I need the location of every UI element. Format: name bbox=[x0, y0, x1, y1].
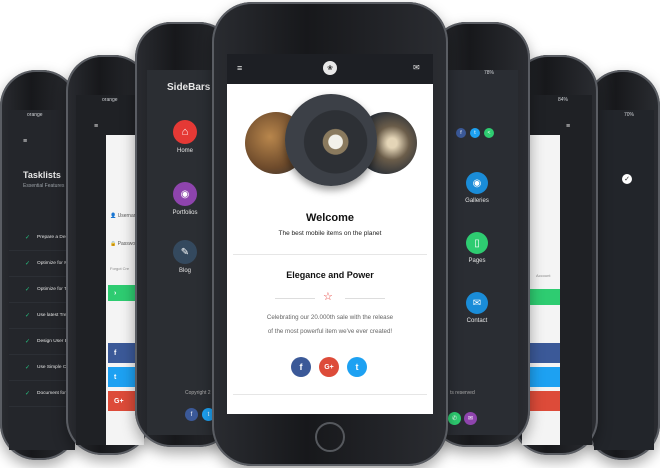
star-divider-right bbox=[345, 298, 385, 299]
home-icon: ⌂ bbox=[181, 126, 189, 138]
email-button[interactable]: ✉ bbox=[464, 412, 477, 425]
home-button[interactable] bbox=[315, 422, 345, 452]
check-icon: ✓ bbox=[25, 339, 31, 345]
home-label: Home bbox=[176, 148, 193, 154]
check-icon: ✓ bbox=[25, 313, 31, 319]
portfolios-label: Portfolios bbox=[172, 210, 198, 216]
menu-icon[interactable]: ≡ bbox=[566, 123, 570, 130]
share-button[interactable]: < bbox=[484, 128, 494, 138]
mail-icon[interactable]: ✉ bbox=[413, 63, 420, 72]
phone-right-1-screen: 78% f t < ◉ Galleries ▯ Pages ✉ Contact … bbox=[440, 70, 518, 435]
top-bar: ≡ ❀ ✉ bbox=[227, 54, 433, 84]
body-line-1: Celebrating our 20.000th sale with the r… bbox=[266, 314, 394, 321]
logo-icon: ❀ bbox=[323, 61, 337, 75]
username-field[interactable]: 👤 Usernar bbox=[110, 213, 135, 219]
twitter-button[interactable]: t bbox=[470, 128, 480, 138]
check-icon: ✓ bbox=[25, 287, 31, 293]
battery-label: 78% bbox=[484, 70, 495, 76]
pencil-icon: ✎ bbox=[180, 246, 190, 258]
facebook-button[interactable]: f bbox=[456, 128, 466, 138]
blog-label: Blog bbox=[178, 268, 191, 274]
phone-far-right-screen: 70% ✓ bbox=[594, 110, 654, 450]
contact-label: Contact bbox=[466, 318, 488, 324]
phone-center: ≡ ❀ ✉ Welcome The best mobile items on t… bbox=[212, 2, 448, 466]
forgot-link[interactable]: Forgot Cre bbox=[110, 266, 129, 271]
battery-label: 70% bbox=[624, 112, 635, 118]
section-title: Elegance and Power bbox=[286, 270, 374, 280]
blog-nav-button[interactable]: ✎ bbox=[173, 240, 197, 264]
user-icon: 👤 bbox=[110, 213, 118, 219]
pages-label: Pages bbox=[468, 258, 486, 264]
body-line-2: of the most powerful item we've ever cre… bbox=[267, 328, 393, 335]
galleries-nav-button[interactable]: ◉ bbox=[466, 172, 488, 194]
carrier-label: orange bbox=[102, 97, 118, 103]
divider bbox=[233, 254, 427, 255]
carrier-label: orange bbox=[27, 112, 43, 118]
galleries-label: Galleries bbox=[465, 198, 489, 204]
phone-button[interactable]: ✆ bbox=[448, 412, 461, 425]
facebook-button[interactable]: f bbox=[291, 357, 311, 377]
copyright-text: Copyright 2 bbox=[185, 390, 211, 396]
star-icon: ☆ bbox=[323, 291, 333, 303]
star-divider-left bbox=[275, 298, 315, 299]
home-nav-button[interactable]: ⌂ bbox=[173, 120, 197, 144]
camera-icon: ◉ bbox=[180, 188, 190, 200]
account-link[interactable]: Account bbox=[536, 273, 550, 278]
phone-right-2-screen: 84% ≡ Account bbox=[522, 95, 592, 445]
check-icon: ✓ bbox=[622, 174, 632, 184]
welcome-title: Welcome bbox=[305, 212, 355, 224]
battery-label: 84% bbox=[558, 97, 569, 103]
menu-icon[interactable]: ≡ bbox=[94, 123, 98, 130]
sidebars-title: SideBars bbox=[167, 82, 211, 93]
facebook-button[interactable]: f bbox=[185, 408, 198, 421]
tasklist-subtitle: Essential Features Sh bbox=[23, 183, 72, 189]
page-icon: ▯ bbox=[474, 237, 480, 249]
pages-nav-button[interactable]: ▯ bbox=[466, 232, 488, 254]
contact-nav-button[interactable]: ✉ bbox=[466, 292, 488, 314]
check-icon: ✓ bbox=[25, 391, 31, 397]
facebook-icon: f bbox=[299, 362, 303, 372]
password-field[interactable]: 🔒 Passwo bbox=[110, 241, 135, 247]
check-icon: ✓ bbox=[25, 235, 31, 241]
check-icon: ✓ bbox=[25, 365, 31, 371]
portfolios-nav-button[interactable]: ◉ bbox=[173, 182, 197, 206]
google-plus-button[interactable]: G+ bbox=[319, 357, 339, 377]
phone-left-2-screen: orange ≡ 👤 Usernar 🔒 Passwo Forgot Cre ›… bbox=[76, 95, 144, 445]
task-label: Optimize for Ta bbox=[37, 287, 70, 292]
phone-center-screen: ≡ ❀ ✉ Welcome The best mobile items on t… bbox=[227, 54, 433, 414]
welcome-subtitle: The best mobile items on the planet bbox=[278, 230, 382, 237]
hero-image-center bbox=[285, 94, 377, 186]
footer-divider bbox=[233, 394, 427, 395]
mail-icon: ✉ bbox=[472, 297, 482, 309]
footer-text: ts reserved bbox=[450, 390, 475, 396]
twitter-button[interactable]: t bbox=[347, 357, 367, 377]
check-icon: ✓ bbox=[25, 261, 31, 267]
google-plus-icon: G+ bbox=[324, 363, 334, 371]
twitter-icon: t bbox=[355, 362, 359, 372]
menu-icon[interactable]: ≡ bbox=[23, 138, 27, 145]
lock-icon: 🔒 bbox=[110, 241, 118, 247]
tasklist-title: Tasklists bbox=[23, 170, 61, 180]
hamburger-icon[interactable]: ≡ bbox=[237, 63, 242, 73]
camera-icon: ◉ bbox=[472, 177, 482, 189]
